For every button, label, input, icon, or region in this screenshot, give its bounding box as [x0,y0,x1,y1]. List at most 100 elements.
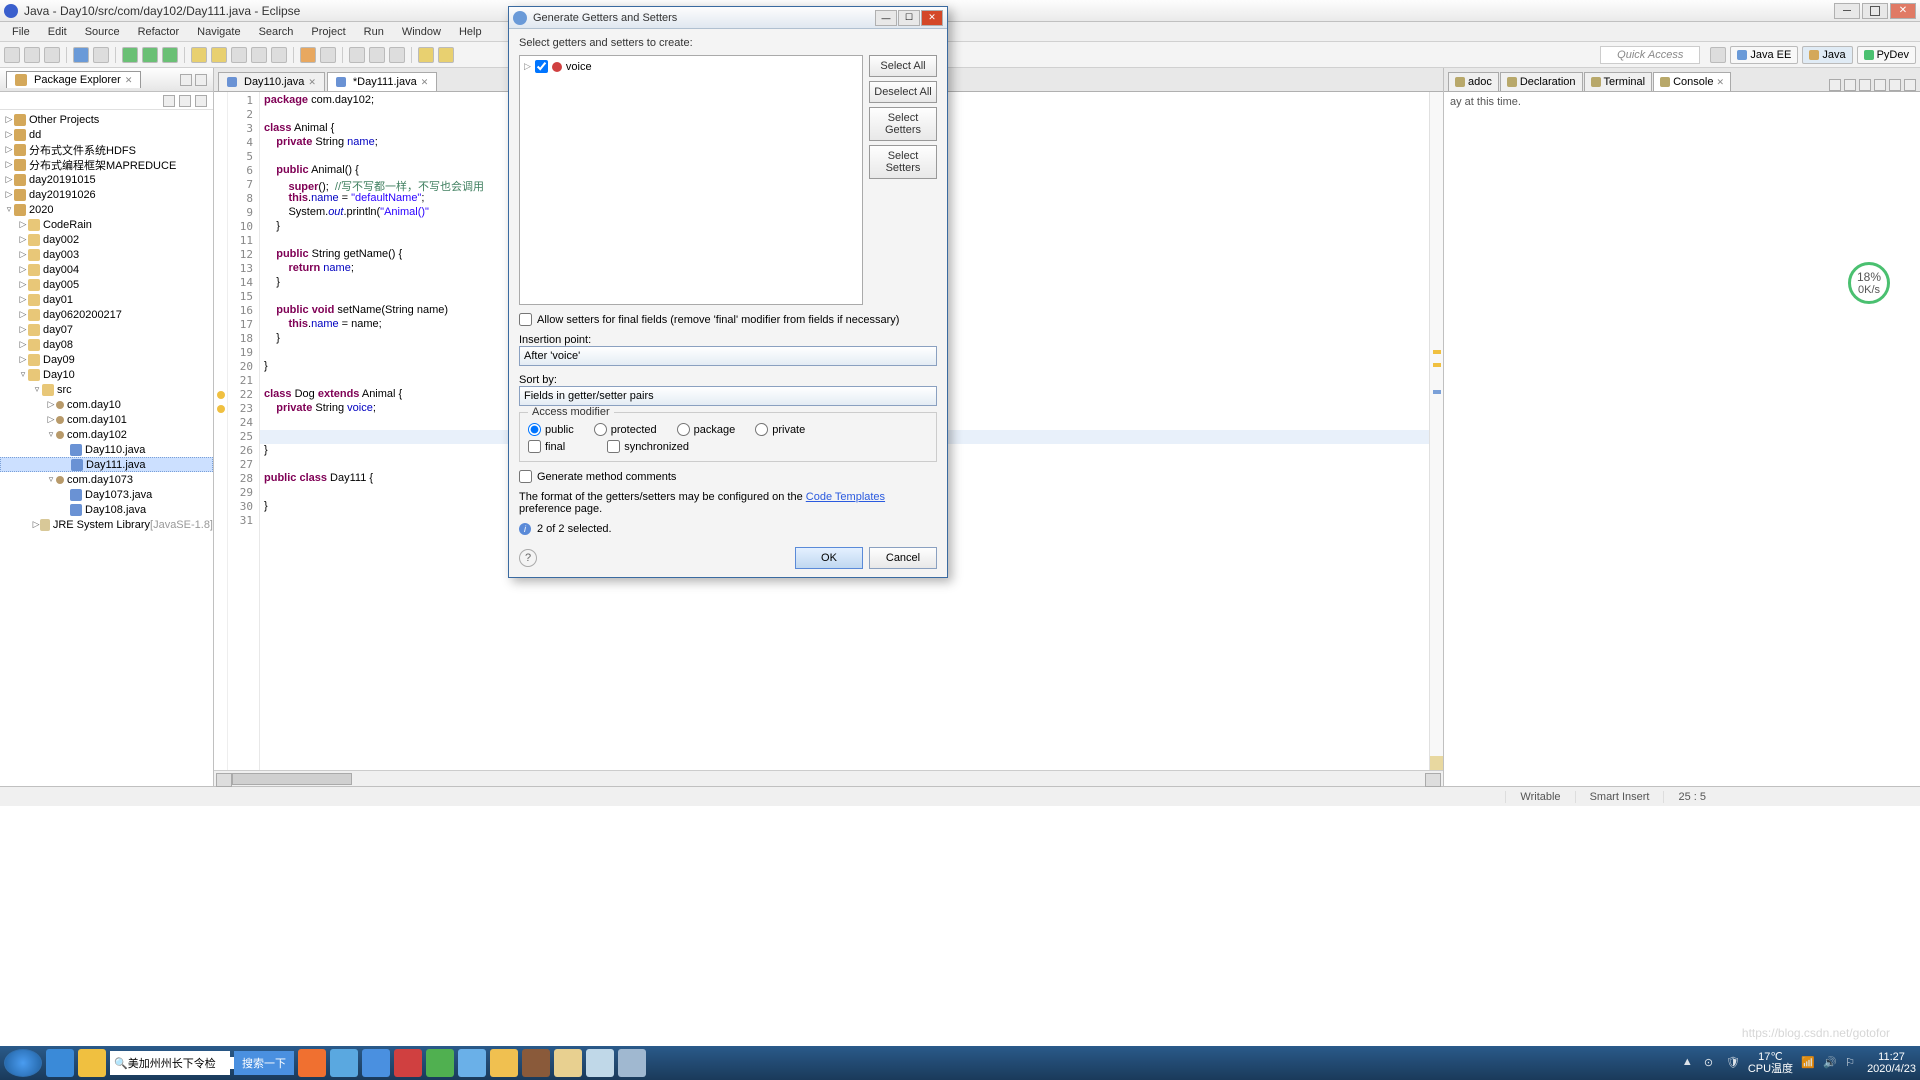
tree-item[interactable]: ▷分布式编程框架MAPREDUCE [0,157,213,172]
console-tab[interactable]: Console✕ [1653,72,1731,91]
taskbar-app-icon[interactable] [330,1049,358,1077]
allow-final-checkbox[interactable] [519,313,532,326]
console-tab[interactable]: adoc [1448,72,1499,91]
insertion-point-select[interactable]: After 'voice' [519,346,937,366]
close-button[interactable]: ✕ [1890,3,1916,19]
maximize-button[interactable] [1862,3,1888,19]
taskbar-search[interactable]: 🔍 [110,1051,230,1075]
tool-icon[interactable] [231,47,247,63]
new-package-icon[interactable] [191,47,207,63]
dialog-close-button[interactable]: ✕ [921,10,943,26]
console-tool-icon[interactable] [1844,79,1856,91]
help-button[interactable]: ? [519,549,537,567]
overview-ruler[interactable] [1429,92,1443,770]
tree-item[interactable]: ▷day005 [0,277,213,292]
tool-icon[interactable] [271,47,287,63]
menu-project[interactable]: Project [303,24,353,40]
protected-radio[interactable] [594,423,607,436]
tree-item[interactable]: ▷Other Projects [0,112,213,127]
deselect-all-button[interactable]: Deselect All [869,81,937,103]
tool-icon[interactable] [389,47,405,63]
select-all-button[interactable]: Select All [869,55,937,77]
final-checkbox[interactable] [528,440,541,453]
taskbar-app-icon[interactable] [586,1049,614,1077]
tree-item[interactable]: Day1073.java [0,487,213,502]
code-templates-link[interactable]: Code Templates [806,491,885,503]
maximize-view-icon[interactable] [1904,79,1916,91]
taskbar-search-button[interactable]: 搜索一下 [234,1051,294,1075]
menu-navigate[interactable]: Navigate [189,24,248,40]
public-radio[interactable] [528,423,541,436]
taskbar-chrome-icon[interactable] [490,1049,518,1077]
tray-volume-icon[interactable]: 🔊 [1823,1056,1837,1070]
back-icon[interactable] [418,47,434,63]
taskbar-app-icon[interactable] [458,1049,486,1077]
tray-icon[interactable]: ⚐ [1845,1056,1859,1070]
tree-item[interactable]: ▷day002 [0,232,213,247]
tree-item[interactable]: Day111.java [0,457,213,472]
taskbar-ie-icon[interactable] [46,1049,74,1077]
console-tab[interactable]: Declaration [1500,72,1583,91]
run-last-icon[interactable] [162,47,178,63]
tree-item[interactable]: ▷CodeRain [0,217,213,232]
tool-icon[interactable] [369,47,385,63]
tree-item[interactable]: ▷com.day10 [0,397,213,412]
dialog-minimize-button[interactable]: — [875,10,897,26]
package-radio[interactable] [677,423,690,436]
taskbar-eclipse-icon[interactable] [522,1049,550,1077]
console-tool-icon[interactable] [1874,79,1886,91]
taskbar-app-icon[interactable] [618,1049,646,1077]
tool-icon[interactable] [349,47,365,63]
tool-icon[interactable] [73,47,89,63]
expand-icon[interactable]: ▷ [524,61,531,72]
synchronized-checkbox[interactable] [607,440,620,453]
console-tool-icon[interactable] [1859,79,1871,91]
tree-item[interactable]: ▷Day09 [0,352,213,367]
tree-item[interactable]: ▷day08 [0,337,213,352]
system-monitor-widget[interactable]: 18% 0K/s [1848,262,1890,304]
minimize-view-icon[interactable] [1889,79,1901,91]
tree-item[interactable]: ▿src [0,382,213,397]
perspective-java[interactable]: Java [1802,46,1852,64]
tray-icon[interactable]: 🛡 [1726,1056,1740,1070]
tree-item[interactable]: ▷day20191015 [0,172,213,187]
tree-item[interactable]: ▷day20191026 [0,187,213,202]
private-radio[interactable] [755,423,768,436]
menu-refactor[interactable]: Refactor [130,24,188,40]
tree-item[interactable]: ▷day0620200217 [0,307,213,322]
tree-item[interactable]: ▷day07 [0,322,213,337]
tray-temperature[interactable]: 17℃ CPU温度 [1748,1051,1793,1075]
taskbar-firefox-icon[interactable] [298,1049,326,1077]
tool-icon[interactable] [300,47,316,63]
maximize-view-icon[interactable] [195,74,207,86]
taskbar-app-icon[interactable] [426,1049,454,1077]
taskbar-explorer-icon[interactable] [554,1049,582,1077]
menu-file[interactable]: File [4,24,38,40]
view-menu-icon[interactable] [195,95,207,107]
dialog-maximize-button[interactable]: ☐ [898,10,920,26]
tray-network-icon[interactable]: 📶 [1801,1056,1815,1070]
minimize-view-icon[interactable] [180,74,192,86]
fields-tree[interactable]: ▷ voice [519,55,863,305]
open-perspective-icon[interactable] [1710,47,1726,63]
tray-icon[interactable]: ⊙ [1704,1056,1718,1070]
menu-edit[interactable]: Edit [40,24,75,40]
save-icon[interactable] [24,47,40,63]
sort-by-select[interactable]: Fields in getter/setter pairs [519,386,937,406]
ok-button[interactable]: OK [795,547,863,569]
run-icon[interactable] [142,47,158,63]
menu-search[interactable]: Search [251,24,302,40]
taskbar-app-icon[interactable] [394,1049,422,1077]
tree-item[interactable]: ▷com.day101 [0,412,213,427]
tree-item[interactable]: Day110.java [0,442,213,457]
quick-access-input[interactable]: Quick Access [1600,46,1700,64]
menu-run[interactable]: Run [356,24,392,40]
tree-item[interactable]: ▿2020 [0,202,213,217]
tool-icon[interactable] [251,47,267,63]
new-class-icon[interactable] [211,47,227,63]
menu-window[interactable]: Window [394,24,449,40]
taskbar-app-icon[interactable] [78,1049,106,1077]
perspective-javaee[interactable]: Java EE [1730,46,1798,64]
start-button[interactable] [4,1049,42,1077]
link-editor-icon[interactable] [179,95,191,107]
